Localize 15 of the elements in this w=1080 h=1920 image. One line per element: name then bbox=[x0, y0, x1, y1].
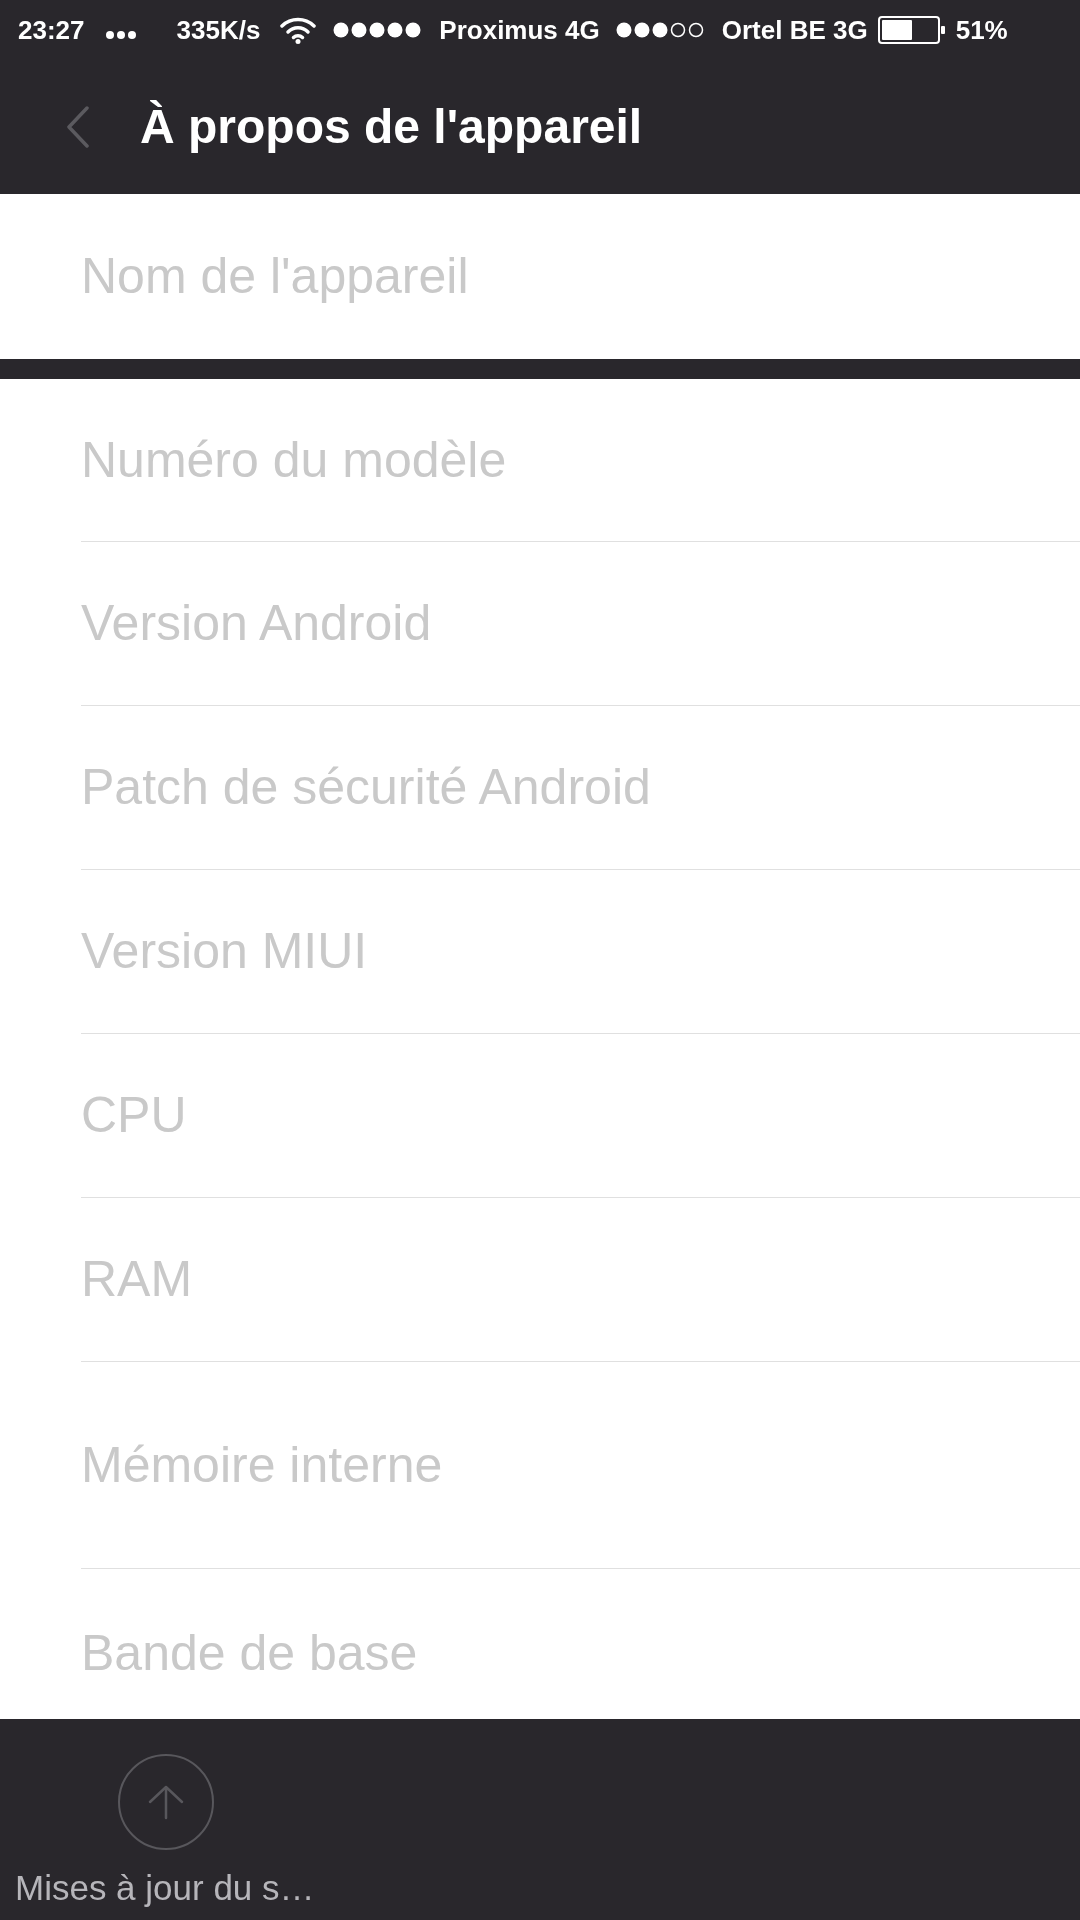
carrier-name: Proximus 4G bbox=[439, 17, 600, 43]
battery-percentage: 51% bbox=[955, 17, 1008, 43]
up-arrow-icon bbox=[148, 1784, 184, 1820]
wifi-icon bbox=[280, 16, 317, 44]
network-speed: 335K/s bbox=[176, 17, 261, 43]
back-chevron-icon bbox=[66, 106, 90, 148]
update-label: Mises à jour du s… bbox=[15, 1868, 315, 1909]
status-time: 23:27 bbox=[18, 17, 85, 43]
page-title: À propos de l'appareil bbox=[140, 99, 643, 155]
signal-strength-icon bbox=[615, 22, 704, 38]
update-button[interactable] bbox=[118, 1754, 214, 1850]
signal-strength-icon bbox=[333, 22, 422, 38]
more-notifications-icon bbox=[105, 31, 136, 39]
carrier-name: Ortel BE 3G bbox=[721, 17, 868, 43]
battery-icon bbox=[877, 16, 946, 44]
